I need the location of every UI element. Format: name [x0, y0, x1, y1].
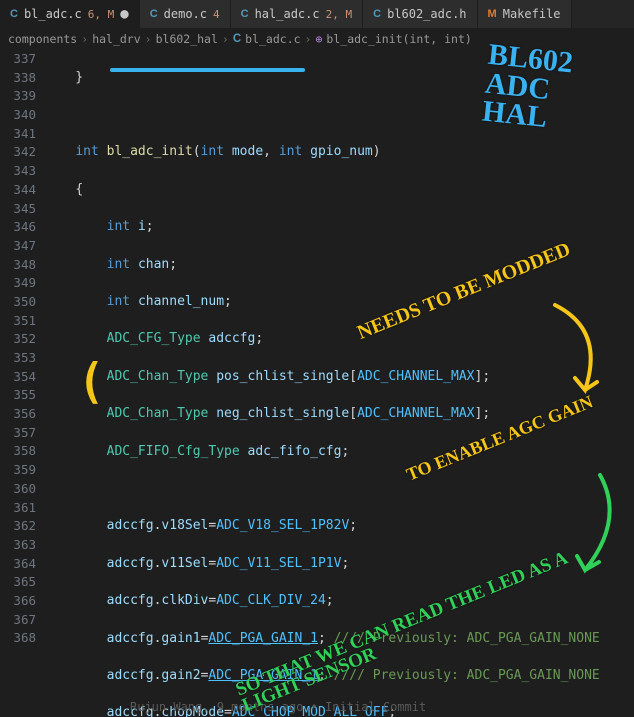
breadcrumb[interactable]: components › hal_drv › bl602_hal › C bl_…	[0, 28, 634, 50]
tab-makefile[interactable]: M Makefile	[478, 0, 572, 28]
line-number: 350	[0, 293, 36, 312]
line-number: 368	[0, 629, 36, 648]
tab-bl602-adc-h[interactable]: C bl602_adc.h	[363, 0, 477, 28]
line-number: 365	[0, 573, 36, 592]
line-number: 352	[0, 330, 36, 349]
handwriting-bracket: (	[78, 353, 105, 409]
line-number: 339	[0, 87, 36, 106]
tab-modified-suffix: 6, M	[88, 8, 115, 21]
line-number: 363	[0, 536, 36, 555]
tab-modified-suffix: 2, M	[326, 8, 353, 21]
handwriting-underline	[110, 68, 305, 72]
chevron-right-icon: ›	[222, 32, 229, 46]
makefile-icon: M	[488, 8, 497, 20]
chevron-right-icon: ›	[305, 32, 312, 46]
tab-filename: bl602_adc.h	[387, 7, 466, 21]
breadcrumb-file[interactable]: bl_adc.c	[245, 32, 300, 46]
line-number: 353	[0, 349, 36, 368]
line-number: 364	[0, 555, 36, 574]
line-number: 345	[0, 200, 36, 219]
tab-filename: bl_adc.c	[24, 7, 82, 21]
breadcrumb-symbol[interactable]: bl_adc_init(int, int)	[326, 32, 471, 46]
tab-bl-adc-c[interactable]: C bl_adc.c 6, M ●	[0, 0, 140, 28]
breadcrumb-part[interactable]: hal_drv	[92, 32, 140, 46]
tab-filename: hal_adc.c	[255, 7, 320, 21]
breadcrumb-part[interactable]: bl602_hal	[156, 32, 218, 46]
c-file-icon: C	[150, 8, 158, 20]
line-number: 346	[0, 218, 36, 237]
line-number: 360	[0, 480, 36, 499]
line-number: 341	[0, 125, 36, 144]
line-number: 337	[0, 50, 36, 69]
breadcrumb-part[interactable]: components	[8, 32, 77, 46]
line-number: 349	[0, 274, 36, 293]
line-number: 362	[0, 517, 36, 536]
line-number: 342	[0, 143, 36, 162]
line-number: 340	[0, 106, 36, 125]
line-number-gutter: 3373383393403413423433443453463473483493…	[0, 50, 44, 717]
line-number: 367	[0, 611, 36, 630]
code-content[interactable]: } int bl_adc_init(int mode, int gpio_num…	[44, 50, 634, 717]
line-number: 347	[0, 237, 36, 256]
line-number: 354	[0, 368, 36, 387]
c-file-icon: C	[233, 33, 241, 45]
line-number: 355	[0, 386, 36, 405]
tab-filename: Makefile	[503, 7, 561, 21]
c-file-icon: C	[241, 8, 249, 20]
line-number: 366	[0, 592, 36, 611]
tab-demo-c[interactable]: C demo.c 4	[140, 0, 231, 28]
c-file-icon: C	[10, 8, 18, 20]
tab-filename: demo.c	[164, 7, 207, 21]
line-number: 351	[0, 312, 36, 331]
tab-modified-suffix: 4	[213, 8, 220, 21]
line-number: 356	[0, 405, 36, 424]
c-file-icon: C	[373, 8, 381, 20]
line-number: 344	[0, 181, 36, 200]
line-number: 348	[0, 256, 36, 275]
tab-hal-adc-c[interactable]: C hal_adc.c 2, M	[231, 0, 363, 28]
chevron-right-icon: ›	[81, 32, 88, 46]
line-number: 361	[0, 499, 36, 518]
line-number: 343	[0, 162, 36, 181]
git-blame-inline: Rujun Wang, 9 months ago • Initial Commi…	[130, 700, 426, 714]
tab-bar: C bl_adc.c 6, M ● C demo.c 4 C hal_adc.c…	[0, 0, 634, 28]
chevron-right-icon: ›	[145, 32, 152, 46]
line-number: 358	[0, 442, 36, 461]
dirty-dot-icon: ●	[120, 6, 128, 22]
line-number: 357	[0, 424, 36, 443]
function-icon: ⊕	[315, 32, 322, 46]
line-number: 338	[0, 69, 36, 88]
line-number: 359	[0, 461, 36, 480]
